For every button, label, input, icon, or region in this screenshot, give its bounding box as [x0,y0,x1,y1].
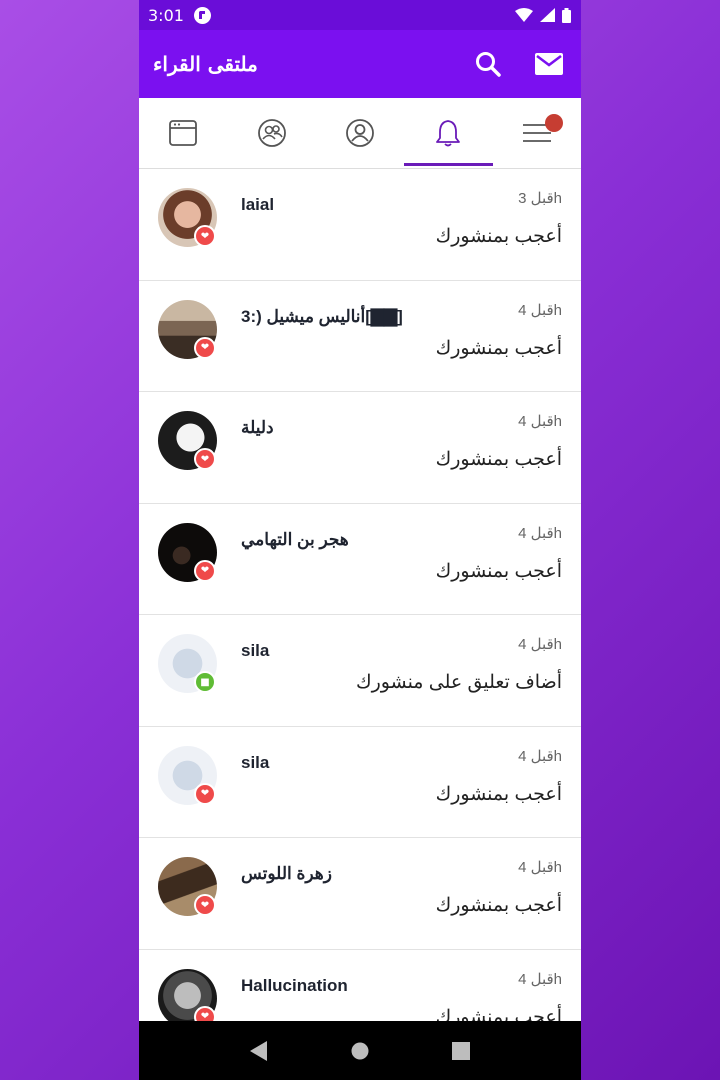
notification-text: أعجب بمنشورك [435,895,562,916]
comment-icon: ■ [194,671,216,693]
wifi-icon [515,8,533,22]
notification-text: أعجب بمنشورك [435,226,562,247]
battery-icon [562,7,571,23]
heart-icon: ❤ [194,336,216,359]
user-name: هجر بن التهامي [241,529,349,549]
status-time: 3:01 [148,5,184,25]
time-ago: قبل 4h [518,524,562,542]
heart-icon: ❤ [194,225,216,247]
heart-icon: ❤ [194,559,216,582]
notification-text: أعجب بمنشورك [435,783,562,805]
tab-friends[interactable] [227,98,315,168]
tab-profile[interactable] [316,98,404,168]
notification-row[interactable]: ❤ Hallucination قبل 4h أعجب بمنشورك [139,949,581,1022]
notification-row[interactable]: ❤ هجر بن التهامي قبل 4h أعجب بمنشورك [139,503,581,615]
menu-notification-dot [544,114,563,132]
user-name: زهرة اللوتس [241,864,332,883]
user-name: دليلة [241,418,274,437]
back-icon[interactable] [250,1040,268,1061]
heart-icon: ❤ [194,448,216,470]
notification-row[interactable]: ❤ laial قبل 3h أعجب بمنشورك [139,169,581,281]
system-nav-bar [139,1021,581,1080]
user-name: sila [241,752,270,772]
phone-screen: 3:01 ملتقى القراء ❤ laial قبل 3h أعجب بم… [139,0,581,1080]
time-ago: قبل 4h [518,301,562,319]
browser-window-icon [169,120,198,146]
notification-text: أعجب بمنشورك [435,449,562,470]
time-ago: قبل 3h [518,190,562,207]
notification-row[interactable]: ■ sila قبل 4h أضاف تعليق على منشورك [139,615,581,727]
signal-icon [540,8,555,22]
notification-text: أعجب بمنشورك [435,560,562,582]
tab-bar [139,98,581,169]
app-bar: ملتقى القراء [139,30,581,98]
tab-notifications[interactable] [404,98,494,168]
bell-icon [436,120,461,147]
profile-icon [346,119,374,147]
notification-row[interactable]: ❤ sila قبل 4h أعجب بمنشورك [139,726,581,838]
status-bar: 3:01 [139,0,581,30]
time-ago: قبل 4h [518,413,562,430]
search-icon[interactable] [475,51,501,77]
heart-icon: ❤ [194,894,216,916]
notification-list: ❤ laial قبل 3h أعجب بمنشورك ❤ أناليس ميش… [139,169,581,1021]
notification-text: أضاف تعليق على منشورك [355,672,562,693]
heart-icon: ❤ [194,782,216,805]
notification-row[interactable]: ❤ زهرة اللوتس قبل 4h أعجب بمنشورك [139,838,581,950]
friends-icon [257,119,286,147]
time-ago: قبل 4h [518,970,562,988]
mail-icon[interactable] [535,53,563,75]
notification-text: أعجب بمنشورك [435,1006,562,1022]
time-ago: قبل 4h [518,636,562,653]
notification-text: أعجب بمنشورك [435,337,562,359]
tab-feed[interactable] [139,98,227,168]
user-name: laial [241,195,275,214]
notification-row[interactable]: ❤ دليلة قبل 4h أعجب بمنشورك [139,392,581,504]
user-name: sila [241,641,270,660]
app-notification-icon [193,6,211,24]
tab-menu[interactable] [493,98,581,168]
user-name: أناليس ميشيل (:3[▇▇] [241,306,403,326]
time-ago: قبل 4h [518,859,562,876]
home-icon[interactable] [351,1042,369,1060]
notification-row[interactable]: ❤ أناليس ميشيل (:3[▇▇] قبل 4h أعجب بمنشو… [139,280,581,392]
app-title: ملتقى القراء [153,52,258,76]
user-name: Hallucination [241,975,348,995]
time-ago: قبل 4h [518,747,562,765]
recents-icon[interactable] [451,1041,470,1060]
